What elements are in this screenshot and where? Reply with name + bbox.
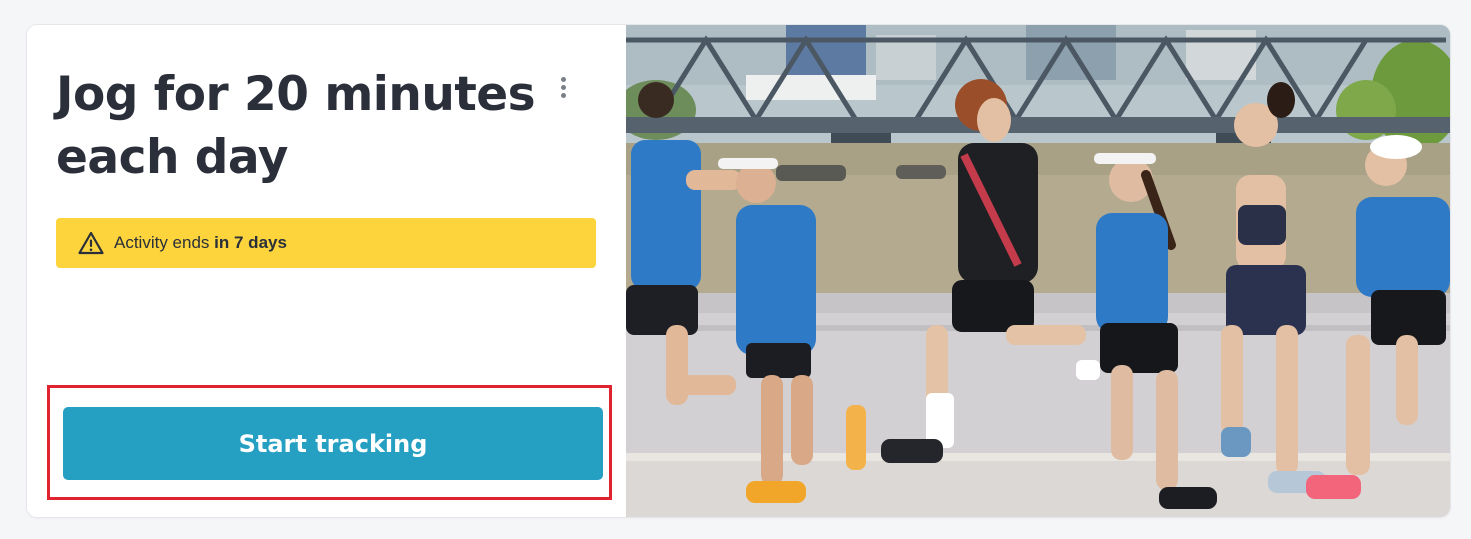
warning-triangle-icon — [78, 231, 104, 255]
start-tracking-button[interactable]: Start tracking — [63, 407, 603, 480]
more-options-icon[interactable] — [551, 75, 575, 101]
deadline-text: Activity ends in 7 days — [114, 233, 287, 253]
runners-photo — [626, 25, 1450, 517]
activity-card: Jog for 20 minutes each day Activity end… — [27, 25, 1450, 517]
deadline-prefix: Activity ends — [114, 233, 210, 252]
activity-deadline-banner: Activity ends in 7 days — [56, 218, 596, 268]
deadline-emphasis: in 7 days — [214, 233, 287, 252]
runners-illustration — [626, 25, 1450, 517]
activity-title: Jog for 20 minutes each day — [56, 67, 536, 185]
activity-details-panel: Jog for 20 minutes each day Activity end… — [27, 25, 626, 517]
